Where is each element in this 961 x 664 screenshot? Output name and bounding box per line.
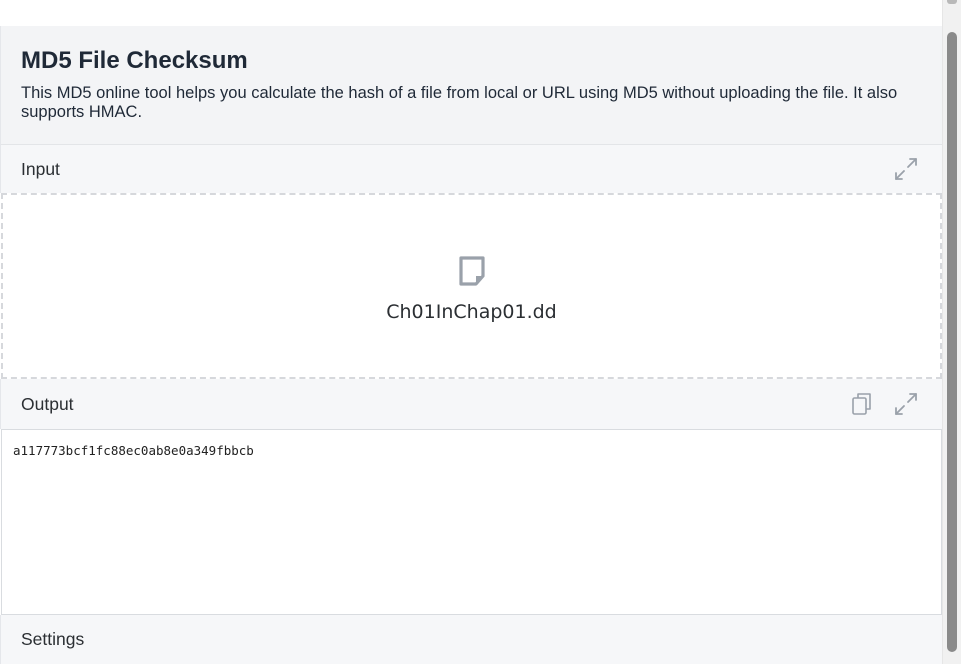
page: MD5 File Checksum This MD5 online tool h… [0, 0, 961, 664]
page-title: MD5 File Checksum [21, 47, 248, 74]
output-bar: Output [0, 379, 942, 429]
copy-icon[interactable] [848, 390, 876, 418]
output-bar-icons [848, 379, 920, 429]
top-strip [0, 0, 942, 26]
input-bar: Input [0, 145, 942, 193]
settings-bar[interactable]: Settings [0, 615, 942, 664]
file-icon [458, 256, 485, 286]
expand-icon[interactable] [892, 390, 920, 418]
output-textarea[interactable]: a117773bcf1fc88ec0ab8e0a349fbbcb [1, 429, 942, 615]
expand-icon[interactable] [892, 155, 920, 183]
input-label: Input [21, 158, 60, 179]
tool-panel: MD5 File Checksum This MD5 online tool h… [0, 0, 942, 664]
md5-hash-value: a117773bcf1fc88ec0ab8e0a349fbbcb [13, 443, 254, 458]
page-description: This MD5 online tool helps you calculate… [21, 84, 898, 121]
settings-label: Settings [21, 629, 85, 649]
scrollbar-thumb[interactable] [947, 32, 957, 652]
file-drop-zone[interactable]: Ch01InChap01.dd [1, 193, 942, 379]
output-label: Output [21, 393, 74, 414]
scrollbar-top-nub [947, 0, 957, 4]
file-name: Ch01InChap01.dd [386, 301, 557, 323]
input-bar-icons [892, 145, 920, 193]
tool-header: MD5 File Checksum This MD5 online tool h… [0, 26, 942, 145]
vertical-scrollbar[interactable] [942, 0, 961, 664]
